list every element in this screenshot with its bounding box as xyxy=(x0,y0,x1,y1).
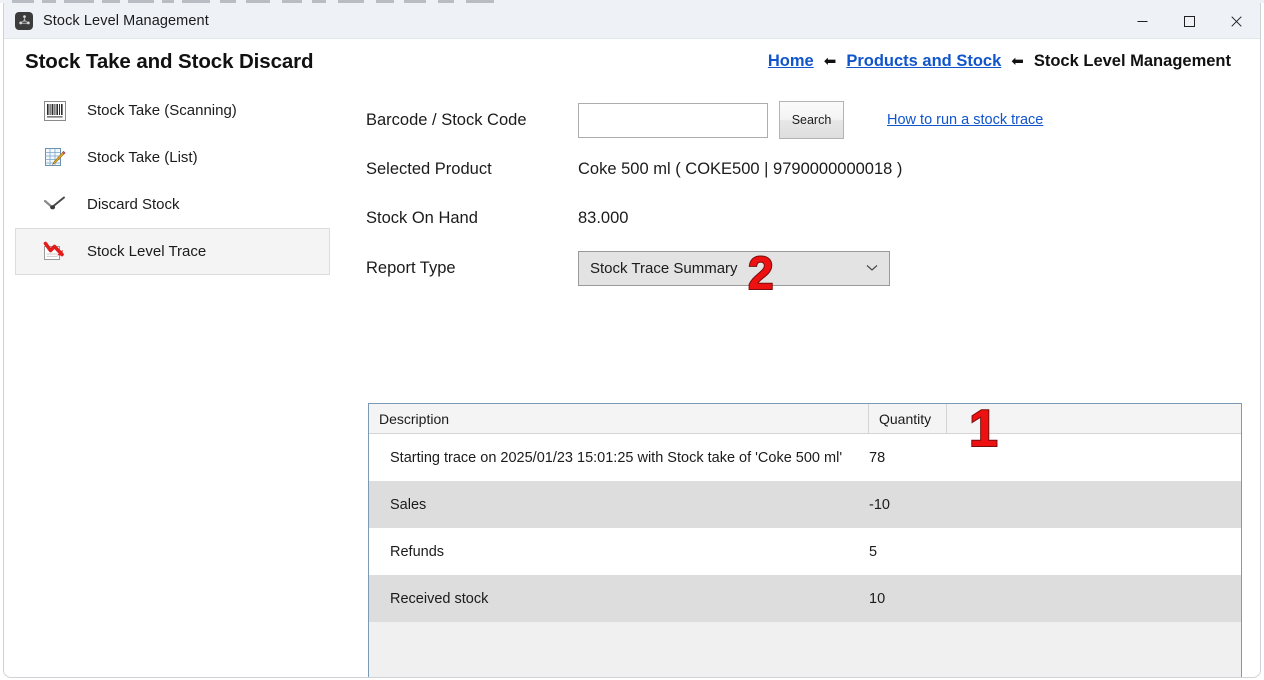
cell-quantity: 5 xyxy=(869,543,878,560)
barcode-icon xyxy=(42,98,68,124)
form-area: Barcode / Stock Code Search How to run a… xyxy=(366,87,1260,293)
stock-on-hand-row: Stock On Hand 83.000 xyxy=(366,194,1260,243)
stock-trace-table: Description Quantity Starting trace on 2… xyxy=(368,403,1242,677)
cell-quantity: -10 xyxy=(869,496,890,513)
table-empty-area xyxy=(369,622,1241,677)
list-edit-icon xyxy=(42,145,68,171)
table-row[interactable]: Refunds 5 xyxy=(369,528,1241,575)
stock-on-hand-label: Stock On Hand xyxy=(366,209,478,227)
search-button[interactable]: Search xyxy=(779,101,844,139)
barcode-label: Barcode / Stock Code xyxy=(366,110,527,129)
window-title: Stock Level Management xyxy=(43,12,209,29)
cell-blank xyxy=(947,434,1241,481)
breadcrumb-link-products-and-stock[interactable]: Products and Stock xyxy=(846,52,1001,71)
barcode-row: Barcode / Stock Code Search How to run a… xyxy=(366,96,1260,144)
table-row[interactable]: Received stock 10 xyxy=(369,575,1241,622)
body-area: Stock Take (Scanning) Stock Take (List) … xyxy=(4,87,1260,677)
cell-blank xyxy=(947,575,1241,622)
sidebar-item-discard-stock[interactable]: Discard Stock xyxy=(15,181,330,228)
trend-down-icon xyxy=(42,239,68,265)
breadcrumb-link-home[interactable]: Home xyxy=(768,52,814,71)
sidebar-item-label: Stock Take (Scanning) xyxy=(87,102,237,119)
column-header-quantity[interactable]: Quantity xyxy=(869,404,947,434)
breadcrumb-current: Stock Level Management xyxy=(1033,52,1231,70)
title-bar: Stock Level Management xyxy=(4,3,1260,39)
sidebar-item-label: Discard Stock xyxy=(87,196,180,213)
application-window: Stock Level Management Stock Take and St… xyxy=(3,3,1261,678)
broom-icon xyxy=(42,192,68,218)
close-icon[interactable] xyxy=(1213,3,1260,39)
stock-on-hand-value: 83.000 xyxy=(578,209,629,227)
cell-blank xyxy=(947,528,1241,575)
page-header: Stock Take and Stock Discard Home ⬅ Prod… xyxy=(4,39,1260,87)
cell-description: Sales xyxy=(390,496,427,513)
sidebar-item-label: Stock Level Trace xyxy=(87,243,207,260)
report-type-selected-value: Stock Trace Summary xyxy=(590,259,738,277)
report-type-row: Report Type Stock Trace Summary xyxy=(366,243,1260,293)
table-body: Starting trace on 2025/01/23 15:01:25 wi… xyxy=(369,434,1241,677)
breadcrumb-arrow-icon: ⬅ xyxy=(1011,53,1024,70)
table-header-row: Description Quantity xyxy=(369,404,1241,434)
selected-product-label: Selected Product xyxy=(366,159,492,178)
how-to-run-stock-trace-link[interactable]: How to run a stock trace xyxy=(887,112,1043,128)
cell-description: Refunds xyxy=(390,543,445,560)
maximize-icon[interactable] xyxy=(1166,3,1213,39)
breadcrumb-arrow-icon: ⬅ xyxy=(823,53,837,70)
sidebar-item-label: Stock Take (List) xyxy=(87,149,198,166)
report-type-label: Report Type xyxy=(366,258,456,277)
table-row[interactable]: Starting trace on 2025/01/23 15:01:25 wi… xyxy=(369,434,1241,481)
sidebar-item-stock-take-scanning[interactable]: Stock Take (Scanning) xyxy=(15,87,330,134)
selected-product-value: Coke 500 ml ( COKE500 | 9790000000018 ) xyxy=(578,159,903,178)
barcode-input[interactable] xyxy=(578,102,768,138)
report-type-dropdown[interactable]: Stock Trace Summary xyxy=(578,250,890,286)
cell-blank xyxy=(947,481,1241,528)
sidebar-item-stock-take-list[interactable]: Stock Take (List) xyxy=(15,134,330,181)
chevron-down-icon xyxy=(866,252,878,285)
page-title: Stock Take and Stock Discard xyxy=(25,50,314,73)
column-header-description[interactable]: Description xyxy=(369,404,869,434)
minimize-icon[interactable] xyxy=(1119,3,1166,39)
cell-quantity: 78 xyxy=(869,449,886,466)
cell-description: Received stock xyxy=(390,590,489,607)
window-controls xyxy=(1119,3,1260,39)
cell-quantity: 10 xyxy=(869,590,886,607)
breadcrumb: Home ⬅ Products and Stock ⬅ Stock Level … xyxy=(768,52,1231,71)
selected-product-row: Selected Product Coke 500 ml ( COKE500 |… xyxy=(366,144,1260,194)
column-header-blank[interactable] xyxy=(947,404,1241,434)
sidebar: Stock Take (Scanning) Stock Take (List) … xyxy=(15,87,330,275)
table-row[interactable]: Sales -10 xyxy=(369,481,1241,528)
cell-description: Starting trace on 2025/01/23 15:01:25 wi… xyxy=(390,449,843,466)
network-icon xyxy=(15,11,33,30)
sidebar-item-stock-level-trace[interactable]: Stock Level Trace xyxy=(15,228,330,275)
